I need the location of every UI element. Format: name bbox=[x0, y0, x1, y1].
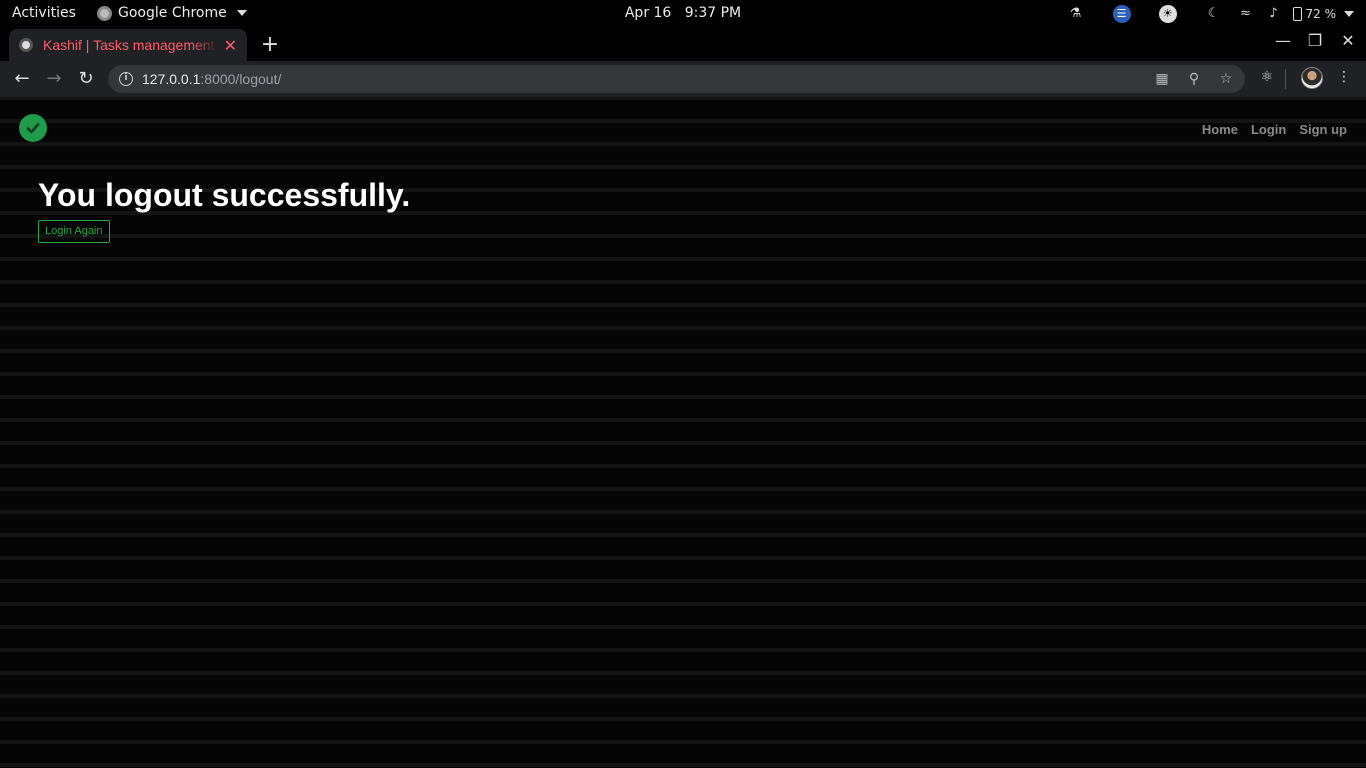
close-icon[interactable]: ✕ bbox=[224, 36, 237, 55]
restore-icon[interactable]: ❐ bbox=[1303, 31, 1327, 50]
nav-home-link[interactable]: Home bbox=[1202, 122, 1238, 137]
extension-react-icon[interactable]: ⚛ bbox=[1257, 69, 1277, 85]
app-name: Google Chrome bbox=[118, 5, 227, 21]
zoom-icon[interactable]: ⚲ bbox=[1186, 71, 1202, 87]
browser-toolbar: ← → ↻ i 127.0.0.1:8000/logout/ ▦ ⚲ ☆ ⚛ ⋮ bbox=[0, 61, 1366, 97]
system-top-bar: Activities Google Chrome Apr 16 9:37 PM … bbox=[0, 0, 1366, 27]
url-path: :8000/logout/ bbox=[200, 71, 282, 87]
address-bar[interactable]: i 127.0.0.1:8000/logout/ ▦ ⚲ ☆ bbox=[108, 65, 1245, 93]
sync-icon[interactable]: ☀ bbox=[1158, 4, 1177, 23]
night-light-icon[interactable]: ☾ bbox=[1205, 5, 1223, 23]
site-nav: Home Login Sign up bbox=[1202, 122, 1347, 137]
tab-strip: Kashif | Tasks management ✕ + — ❐ ✕ bbox=[0, 27, 1366, 61]
battery-percent: 72 % bbox=[1305, 6, 1337, 21]
minimize-icon[interactable]: — bbox=[1271, 31, 1295, 50]
volume-icon[interactable]: ♪ bbox=[1265, 5, 1283, 23]
reload-button[interactable]: ↻ bbox=[75, 68, 97, 90]
clock-time[interactable]: 9:37 PM bbox=[685, 5, 741, 21]
browser-tab-active[interactable]: Kashif | Tasks management ✕ bbox=[9, 29, 247, 61]
clock-date[interactable]: Apr 16 bbox=[625, 5, 671, 21]
accessibility-icon[interactable]: ⚗ bbox=[1067, 5, 1085, 23]
back-button[interactable]: ← bbox=[11, 68, 33, 90]
toolbar-divider bbox=[1285, 69, 1286, 89]
bluetooth-icon[interactable]: ☰ bbox=[1112, 4, 1131, 23]
activities-button[interactable]: Activities bbox=[12, 5, 76, 21]
login-again-button[interactable]: Login Again bbox=[38, 220, 110, 243]
logo-check-icon[interactable] bbox=[19, 114, 47, 142]
url-host: 127.0.0.1 bbox=[142, 71, 201, 87]
chrome-icon bbox=[97, 5, 112, 21]
translate-icon[interactable]: ▦ bbox=[1154, 71, 1170, 87]
globe-icon bbox=[19, 38, 33, 52]
app-menu[interactable]: Google Chrome bbox=[97, 5, 247, 21]
wifi-icon[interactable]: ≈ bbox=[1237, 5, 1255, 23]
url-text[interactable]: 127.0.0.1:8000/logout/ bbox=[142, 71, 281, 87]
tab-title: Kashif | Tasks management bbox=[43, 37, 215, 53]
system-tray[interactable]: ⚗ ☰ ☀ ☾ ≈ ♪ 72 % bbox=[1039, 3, 1354, 24]
forward-button[interactable]: → bbox=[43, 68, 65, 90]
battery-indicator[interactable]: 72 % bbox=[1292, 6, 1354, 21]
bookmark-star-icon[interactable]: ☆ bbox=[1218, 71, 1234, 87]
site-info-icon[interactable]: i bbox=[119, 72, 133, 86]
battery-icon bbox=[1292, 6, 1302, 21]
page-viewport: Home Login Sign up You logout successful… bbox=[0, 97, 1366, 768]
page-title: You logout successfully. bbox=[38, 177, 411, 213]
close-window-icon[interactable]: ✕ bbox=[1336, 31, 1360, 50]
chevron-down-icon bbox=[1344, 10, 1354, 17]
new-tab-button[interactable]: + bbox=[259, 32, 281, 57]
profile-avatar[interactable] bbox=[1301, 67, 1323, 89]
menu-kebab-icon[interactable]: ⋮ bbox=[1334, 69, 1354, 85]
nav-login-link[interactable]: Login bbox=[1251, 122, 1286, 137]
chevron-down-icon bbox=[236, 10, 247, 16]
nav-signup-link[interactable]: Sign up bbox=[1299, 122, 1347, 137]
